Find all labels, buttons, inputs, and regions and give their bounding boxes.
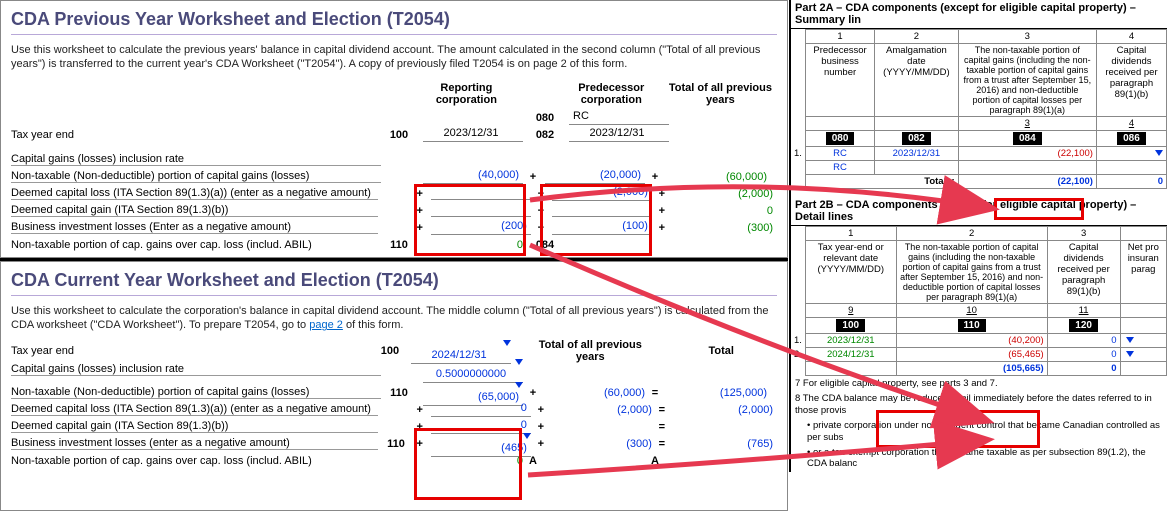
curr-r3: Deemed capital gain (ITA Section 89(1.3)…	[11, 420, 378, 433]
col-predecessor: Predecessor corporation	[559, 82, 668, 106]
curr-r5-v1: 0	[417, 455, 527, 467]
p2b-row1[interactable]: 1. 2023/12/31 (40,200) 0	[791, 334, 1167, 348]
curr-col3: Total	[669, 345, 777, 357]
part2a-table: 1234 Predecessor business number Amalgam…	[791, 29, 1167, 189]
code-080: 080	[826, 132, 855, 145]
curr-intro: Use this worksheet to calculate the corp…	[11, 304, 777, 333]
p2a-totals-label: Totals:	[805, 175, 958, 189]
curr-tye-label: Tax year end	[11, 345, 372, 357]
p2b-h3: Capital dividends received per paragraph…	[1047, 241, 1120, 304]
footnote-8: 8 The CDA balance may be reduced to nil …	[791, 391, 1167, 418]
prev-r3-v2[interactable]	[552, 202, 652, 217]
curr-r2-v2: (2,000)	[547, 404, 656, 416]
rate-label: Capital gains (losses) inclusion rate	[11, 153, 381, 166]
code-086: 086	[1117, 132, 1146, 145]
code-082: 082	[527, 129, 563, 141]
prev-r1-v3: (60,000)	[661, 171, 771, 183]
p2a-row2[interactable]: RC	[791, 161, 1167, 175]
col-total-prev: Total of all previous years	[668, 82, 777, 106]
prev-r1: Non-taxable (Non-deductible) portion of …	[11, 170, 381, 183]
prev-r1-v1[interactable]: (40,000)	[423, 169, 523, 184]
tye-label: Tax year end	[11, 129, 381, 141]
curr-r5: Non-taxable portion of cap. gains over c…	[11, 455, 381, 467]
prev-r3-v1[interactable]	[431, 202, 531, 217]
p2a-h4: Capital dividends received per paragraph…	[1096, 44, 1166, 117]
prev-r2: Deemed capital loss (ITA Section 89(1.3)…	[11, 187, 378, 200]
curr-col2: Total of all previous years	[539, 339, 647, 363]
curr-year-section: CDA Current Year Worksheet and Election …	[0, 261, 788, 511]
prev-r5-v1: 0	[417, 239, 527, 251]
curr-r4: Business investment losses (enter as a n…	[11, 437, 378, 450]
part2a-title: Part 2A – CDA components (except for eli…	[791, 0, 1167, 29]
code-082: 082	[902, 132, 931, 145]
footnote-7: 7 For eligible capital property, see par…	[791, 376, 1167, 391]
curr-r2-v1[interactable]: 0	[431, 402, 531, 417]
page2-link[interactable]: page 2	[309, 319, 343, 331]
curr-r1: Non-taxable (Non-deductible) portion of …	[11, 386, 381, 399]
curr-r4-v2: (300)	[547, 438, 656, 450]
code-080: 080	[527, 112, 563, 124]
code-110b: 110	[958, 319, 986, 332]
prev-r4-v2[interactable]: (100)	[552, 220, 652, 235]
prev-r5: Non-taxable portion of cap. gains over c…	[11, 239, 381, 251]
curr-r1-v3: (125,000)	[661, 387, 771, 399]
p2b-tot3: 0	[1047, 362, 1120, 376]
prev-r4-v3: (300)	[668, 222, 777, 234]
p2b-h4: Net pro insuran parag	[1120, 241, 1166, 304]
prev-r2-v2[interactable]: (2,000)	[552, 186, 652, 201]
dropdown-icon[interactable]	[515, 382, 523, 388]
curr-tye-code: 100	[372, 345, 407, 357]
curr-r2-v3: (2,000)	[668, 404, 777, 416]
tye-code-100: 100	[381, 129, 417, 141]
p2b-row2[interactable]: 2. 2024/12/31 (65,465) 0	[791, 348, 1167, 362]
prev-r3: Deemed capital gain (ITA Section 89(1.3)…	[11, 204, 378, 217]
p2a-h2: Amalgamation date (YYYY/MM/DD)	[875, 44, 959, 117]
dropdown-icon[interactable]	[515, 359, 523, 365]
curr-r4-v3: (765)	[668, 438, 777, 450]
dropdown-icon[interactable]	[523, 433, 531, 439]
curr-r1-code: 110	[381, 387, 417, 399]
prev-r4: Business investment losses (Enter as a n…	[11, 221, 378, 234]
prev-r3-v3: 0	[668, 205, 777, 217]
prev-r2-v3: (2,000)	[668, 188, 777, 200]
code-100b: 100	[836, 319, 865, 332]
p2a-tot4: 0	[1096, 175, 1166, 189]
code-084: 084	[1013, 132, 1042, 145]
code-120b: 120	[1069, 319, 1098, 332]
curr-r2: Deemed capital loss (ITA Section 89(1.3)…	[11, 403, 378, 416]
p2b-h2: The non-taxable portion of capital gains…	[896, 241, 1047, 304]
tye-reporting[interactable]: 2023/12/31	[423, 127, 523, 142]
prev-r5-code2: 084	[527, 239, 563, 251]
p2a-tot3: (22,100)	[958, 175, 1096, 189]
tye-pred[interactable]: 2023/12/31	[569, 127, 669, 142]
curr-rate-label: Capital gains (losses) inclusion rate	[11, 363, 381, 376]
curr-r5-A2: A	[649, 455, 661, 467]
curr-r1-v2: (60,000)	[539, 387, 649, 399]
prev-r4-v1[interactable]: (200)	[431, 220, 531, 235]
prev-year-section: CDA Previous Year Worksheet and Election…	[0, 0, 788, 258]
prev-intro: Use this worksheet to calculate the prev…	[11, 43, 777, 72]
prev-r2-v1[interactable]	[431, 185, 531, 200]
curr-r4-code: 110	[378, 438, 414, 450]
p2b-tot2: (105,665)	[896, 362, 1047, 376]
p2a-h1: Predecessor business number	[805, 44, 874, 117]
curr-r5-A: A	[527, 455, 539, 467]
curr-title: CDA Current Year Worksheet and Election …	[11, 270, 777, 291]
part2b-table: 123 Tax year-end or relevant date (YYYY/…	[791, 226, 1167, 376]
part2b-title: Part 2B – CDA components (except for eli…	[791, 197, 1167, 226]
p2a-h3: The non-taxable portion of capital gains…	[958, 44, 1096, 117]
footnote-8b: or a tax-exempt corporation that became …	[807, 447, 1146, 469]
p2a-row1[interactable]: 1. RC 2023/12/31 (22,100)	[791, 147, 1167, 161]
prev-r1-v2[interactable]: (20,000)	[545, 169, 645, 184]
dropdown-icon[interactable]	[503, 340, 511, 346]
pred-080-input[interactable]: RC	[569, 110, 669, 125]
prev-r5-code: 110	[381, 239, 417, 251]
footnote-8a: private corporation under non-resident c…	[807, 420, 1160, 442]
col-reporting: Reporting corporation	[414, 82, 523, 106]
prev-title: CDA Previous Year Worksheet and Election…	[11, 9, 777, 30]
p2b-h1: Tax year-end or relevant date (YYYY/MM/D…	[805, 241, 896, 304]
